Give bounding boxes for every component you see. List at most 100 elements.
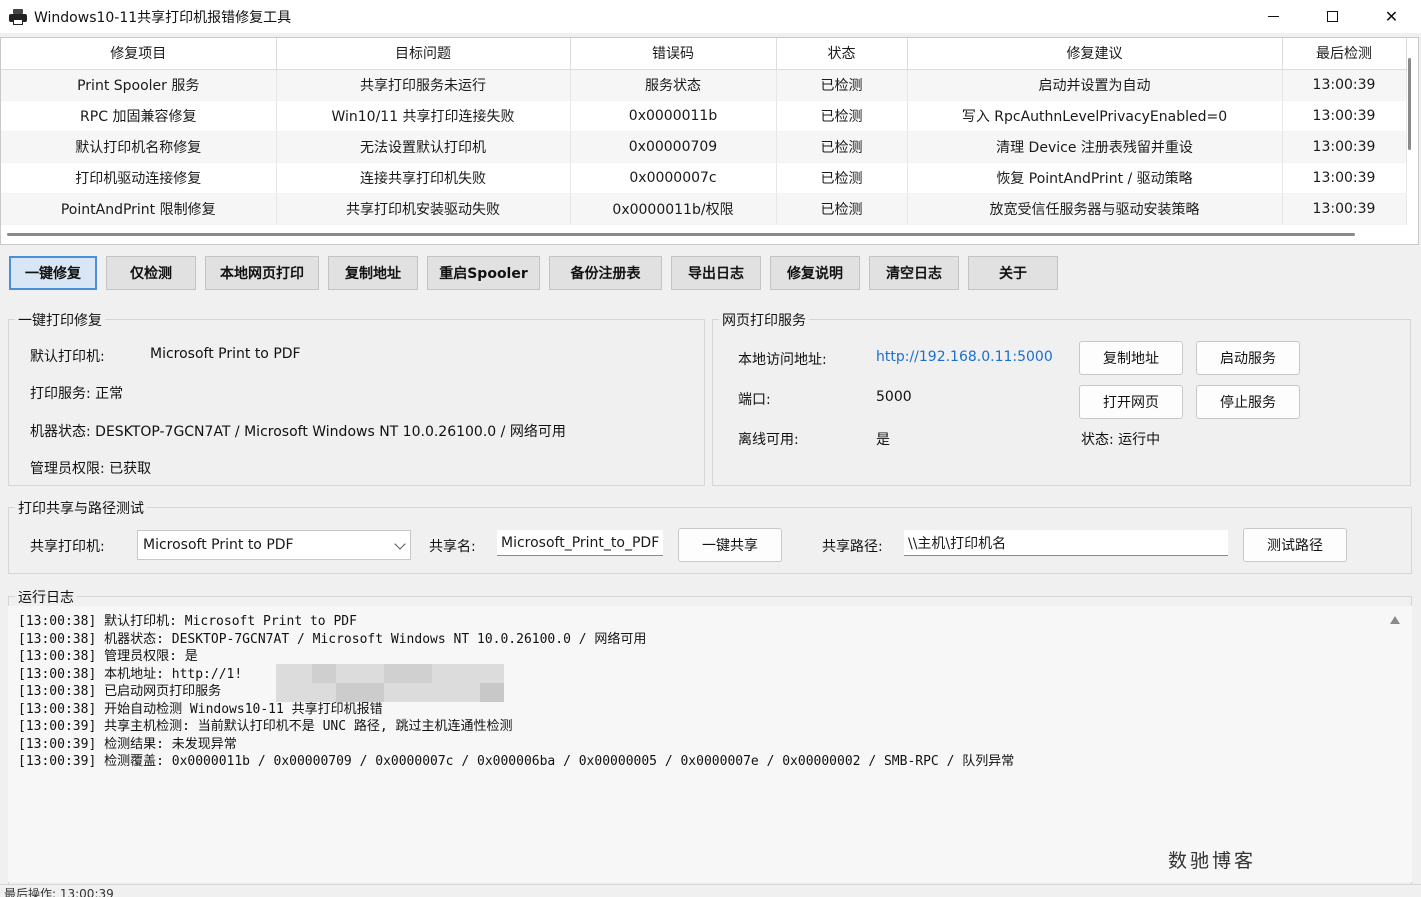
redaction-block (480, 683, 504, 702)
table-cell: 放宽受信任服务器与驱动安装策略 (907, 193, 1283, 225)
table-vertical-scrollbar[interactable] (1408, 58, 1411, 150)
repair-group: 一键打印修复 默认打印机: Microsoft Print to PDF 打印服… (8, 310, 705, 486)
table-cell: 已检测 (776, 69, 908, 101)
group-title: 一键打印修复 (15, 310, 105, 330)
minimize-button[interactable] (1244, 0, 1303, 33)
redaction-block (384, 664, 432, 683)
share-printer-select[interactable]: Microsoft Print to PDF (137, 530, 411, 560)
column-header[interactable]: 修复项目 (1, 38, 277, 70)
table-horizontal-scrollbar[interactable] (7, 233, 1355, 236)
detect-only-button[interactable]: 仅检测 (106, 256, 196, 290)
table-cell: 13:00:39 (1282, 69, 1407, 101)
table-cell: 已检测 (776, 193, 908, 225)
group-title: 网页打印服务 (719, 310, 809, 330)
local-web-print-button[interactable]: 本地网页打印 (205, 256, 319, 290)
one-click-repair-button[interactable]: 一键修复 (9, 256, 97, 290)
start-service-button[interactable]: 启动服务 (1196, 341, 1300, 375)
table-cell: 0x0000007c (570, 162, 777, 194)
about-button[interactable]: 关于 (968, 256, 1058, 290)
table-row[interactable]: Print Spooler 服务 共享打印服务未运行 服务状态 已检测 启动并设… (1, 69, 1407, 101)
share-name-input[interactable]: Microsoft_Print_to_PDF (497, 530, 663, 556)
group-title: 打印共享与路径测试 (15, 498, 147, 518)
redaction-block (336, 683, 384, 702)
web-service-group: 网页打印服务 本地访问地址: http://192.168.0.11:5000 … (712, 310, 1411, 486)
table-row[interactable]: RPC 加固兼容修复 Win10/11 共享打印连接失败 0x0000011b … (1, 100, 1407, 132)
table-cell: 默认打印机名称修复 (1, 131, 277, 163)
log-line: [13:00:38] 本机地址: http://1! (18, 666, 243, 682)
table-cell: 共享打印服务未运行 (276, 69, 571, 101)
admin-status: 管理员权限: 已获取 (30, 461, 152, 477)
test-path-button[interactable]: 测试路径 (1243, 528, 1347, 562)
spooler-status: 打印服务: 正常 (30, 386, 124, 402)
table-cell: 已检测 (776, 162, 908, 194)
main-toolbar: 一键修复 仅检测 本地网页打印 复制地址 重启Spooler 备份注册表 导出日… (9, 256, 1058, 290)
url-link[interactable]: http://192.168.0.11:5000 (876, 349, 1053, 365)
close-icon: ✕ (1384, 7, 1399, 26)
table-row[interactable]: 打印机驱动连接修复 连接共享打印机失败 0x0000007c 已检测 恢复 Po… (1, 162, 1407, 194)
table-cell: 无法设置默认打印机 (276, 131, 571, 163)
table-row[interactable]: PointAndPrint 限制修复 共享打印机安装驱动失败 0x0000011… (1, 193, 1407, 225)
window-title: Windows10-11共享打印机报错修复工具 (34, 9, 292, 26)
default-printer-label: 默认打印机: (30, 349, 105, 365)
minimize-icon (1268, 16, 1279, 17)
copy-url-button[interactable]: 复制地址 (1079, 341, 1183, 375)
column-header[interactable]: 错误码 (570, 38, 777, 70)
stop-service-button[interactable]: 停止服务 (1196, 385, 1300, 419)
table-header-row: 修复项目 目标问题 错误码 状态 修复建议 最后检测 (1, 38, 1407, 70)
column-header[interactable]: 状态 (776, 38, 908, 70)
default-printer-value: Microsoft Print to PDF (150, 346, 301, 362)
table-cell: 清理 Device 注册表残留并重设 (907, 131, 1283, 163)
log-line: [13:00:38] 管理员权限: 是 (18, 649, 198, 664)
share-printer-label: 共享打印机: (30, 539, 105, 555)
table-cell: PointAndPrint 限制修复 (1, 193, 277, 225)
repair-help-button[interactable]: 修复说明 (770, 256, 860, 290)
table-cell: Win10/11 共享打印连接失败 (276, 100, 571, 132)
open-webpage-button[interactable]: 打开网页 (1079, 385, 1183, 419)
restart-spooler-button[interactable]: 重启Spooler (427, 256, 540, 290)
machine-status: 机器状态: DESKTOP-7GCN7AT / Microsoft Window… (30, 424, 566, 440)
share-name-label: 共享名: (429, 539, 476, 555)
export-log-button[interactable]: 导出日志 (671, 256, 761, 290)
copy-address-button[interactable]: 复制地址 (328, 256, 418, 290)
table-cell: Print Spooler 服务 (1, 69, 277, 101)
table-cell: 恢复 PointAndPrint / 驱动策略 (907, 162, 1283, 194)
log-line: [13:00:39] 检测覆盖: 0x0000011b / 0x00000709… (18, 754, 1015, 769)
log-line: [13:00:38] 机器状态: DESKTOP-7GCN7AT / Micro… (18, 631, 647, 647)
table-cell: 13:00:39 (1282, 193, 1407, 225)
table-cell: 共享打印机安装驱动失败 (276, 193, 571, 225)
table-cell: 写入 RpcAuthnLevelPrivacyEnabled=0 (907, 100, 1283, 132)
log-line: [13:00:39] 检测结果: 未发现异常 (18, 736, 237, 752)
share-path-input[interactable]: \\主机\打印机名 (904, 530, 1228, 556)
table-cell: 启动并设置为自动 (907, 69, 1283, 101)
group-title: 运行日志 (15, 587, 77, 607)
repair-items-table: 修复项目 目标问题 错误码 状态 修复建议 最后检测 Print Spooler… (0, 37, 1419, 245)
close-button[interactable]: ✕ (1362, 0, 1421, 33)
share-group: 打印共享与路径测试 共享打印机: Microsoft Print to PDF … (8, 498, 1412, 574)
table-row[interactable]: 默认打印机名称修复 无法设置默认打印机 0x00000709 已检测 清理 De… (1, 131, 1407, 163)
service-status: 状态: 运行中 (1081, 432, 1161, 448)
backup-registry-button[interactable]: 备份注册表 (549, 256, 662, 290)
table-cell: 0x0000011b/权限 (570, 193, 777, 225)
maximize-button[interactable] (1303, 0, 1362, 33)
table-cell: 已检测 (776, 100, 908, 132)
scroll-up-icon[interactable] (1390, 616, 1400, 624)
log-textarea[interactable]: [13:00:38] 默认打印机: Microsoft Print to PDF… (8, 606, 1412, 882)
column-header[interactable]: 目标问题 (276, 38, 571, 70)
table-cell: 13:00:39 (1282, 100, 1407, 132)
one-click-share-button[interactable]: 一键共享 (678, 528, 782, 562)
share-printer-value: Microsoft Print to PDF (143, 537, 294, 553)
clear-log-button[interactable]: 清空日志 (869, 256, 959, 290)
log-line: [13:00:38] 开始自动检测 Windows10-11 共享打印机报错 (18, 701, 383, 717)
table-cell: 0x00000709 (570, 131, 777, 163)
offline-label: 离线可用: (738, 432, 799, 448)
table-cell: 打印机驱动连接修复 (1, 162, 277, 194)
printer-icon (8, 8, 28, 25)
share-path-label: 共享路径: (822, 539, 883, 555)
column-header[interactable]: 最后检测 (1282, 38, 1407, 70)
table-cell: RPC 加固兼容修复 (1, 100, 277, 132)
title-bar: Windows10-11共享打印机报错修复工具 ✕ (0, 0, 1421, 33)
table-cell: 13:00:39 (1282, 131, 1407, 163)
maximize-icon (1327, 11, 1338, 22)
port-label: 端口: (738, 392, 771, 408)
column-header[interactable]: 修复建议 (907, 38, 1283, 70)
